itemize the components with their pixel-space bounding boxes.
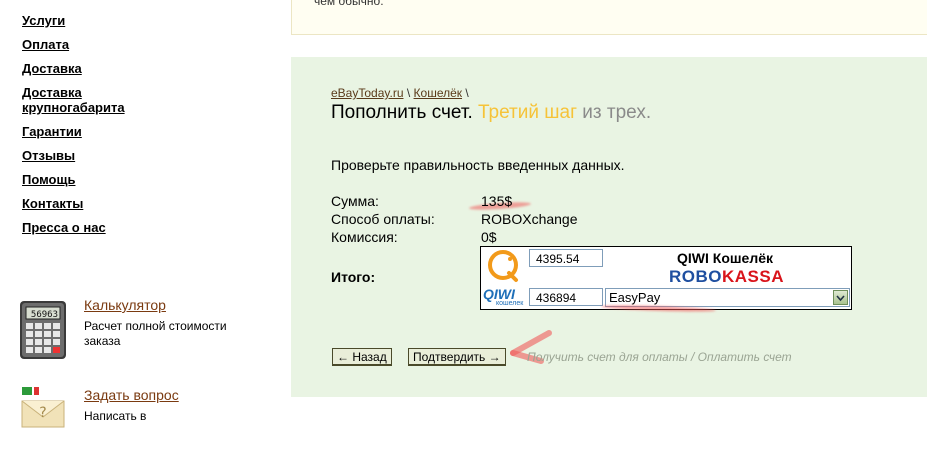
payment-box: QIWI кошелек 4395.54 436894 QIWI Кошелёк… xyxy=(480,246,852,310)
total-label: Итого: xyxy=(331,269,376,285)
nav-item-payment[interactable]: Оплата xyxy=(22,37,142,52)
qiwi-logo-sub: кошелек xyxy=(496,300,524,307)
page-title: Пополнить счет. Третий шаг из трех. xyxy=(331,102,651,124)
nav-item-warranty[interactable]: Гарантии xyxy=(22,124,142,139)
nav-item-help[interactable]: Помощь xyxy=(22,172,142,187)
robokassa-logo: ROBOKASSA xyxy=(669,267,784,287)
breadcrumb: eBayToday.ru \ Кошелёк \ xyxy=(331,86,469,100)
calculator-desc: Расчет полной стоимости заказа xyxy=(84,319,227,348)
nav-item-services[interactable]: Услуги xyxy=(22,13,142,28)
code-field[interactable]: 436894 xyxy=(529,288,603,306)
breadcrumb-home[interactable]: eBayToday.ru xyxy=(331,86,404,100)
calculator-icon: 56963 xyxy=(20,301,66,359)
ask-question-link[interactable]: Задать вопрос xyxy=(84,387,179,403)
title-step: Третий шаг xyxy=(478,102,578,123)
top-notice-text: чем обычно. xyxy=(314,0,384,8)
amount-label: Сумма: xyxy=(331,193,379,209)
title-main: Пополнить счет. xyxy=(331,102,473,123)
qiwi-wallet-title: QIWI Кошелёк xyxy=(677,250,774,266)
hint-text: Получить счет для оплаты / Оплатить счет xyxy=(527,350,792,364)
title-rest: из трех. xyxy=(582,102,652,123)
robokassa-kassa: KASSA xyxy=(722,267,785,286)
calculator-link[interactable]: Калькулятор xyxy=(84,297,166,313)
nav-item-press[interactable]: Пресса о нас xyxy=(22,220,142,235)
svg-text:56963: 56963 xyxy=(31,310,58,320)
breadcrumb-separator: \ xyxy=(406,86,411,100)
nav-item-contacts[interactable]: Контакты xyxy=(22,196,142,211)
payment-panel: eBayToday.ru \ Кошелёк \ Пополнить счет.… xyxy=(291,57,927,397)
fee-value: 0$ xyxy=(481,229,497,245)
robokassa-robo: ROBO xyxy=(669,267,722,286)
svg-text:?: ? xyxy=(39,405,46,421)
breadcrumb-wallet[interactable]: Кошелёк xyxy=(414,86,463,100)
qiwi-logo-icon xyxy=(488,250,518,282)
ask-question-desc: Написать в xyxy=(84,409,147,423)
breadcrumb-separator: \ xyxy=(465,86,469,100)
chevron-down-icon[interactable] xyxy=(833,290,848,305)
nav-item-reviews[interactable]: Отзывы xyxy=(22,148,142,163)
amount-value: 135$ xyxy=(481,193,513,209)
payment-method-select[interactable]: EasyPay xyxy=(605,288,850,307)
sidebar-nav: Услуги Оплата Доставка Доставка крупнога… xyxy=(22,13,262,244)
amount-field[interactable]: 4395.54 xyxy=(529,249,603,267)
nav-item-delivery[interactable]: Доставка xyxy=(22,61,142,76)
top-notice: чем обычно. xyxy=(291,0,927,35)
envelope-question-icon: ? xyxy=(21,387,65,428)
method-label: Способ оплаты: xyxy=(331,211,435,227)
method-value: ROBOXchange xyxy=(481,211,578,227)
back-button[interactable]: ← Назад xyxy=(332,348,392,366)
instruction-text: Проверьте правильность введенных данных. xyxy=(331,157,625,173)
nav-item-large-delivery[interactable]: Доставка крупногабарита xyxy=(22,85,142,115)
fee-label: Комиссия: xyxy=(331,229,398,245)
payment-method-value: EasyPay xyxy=(609,290,661,305)
confirm-button[interactable]: Подтвердить → xyxy=(408,348,506,366)
